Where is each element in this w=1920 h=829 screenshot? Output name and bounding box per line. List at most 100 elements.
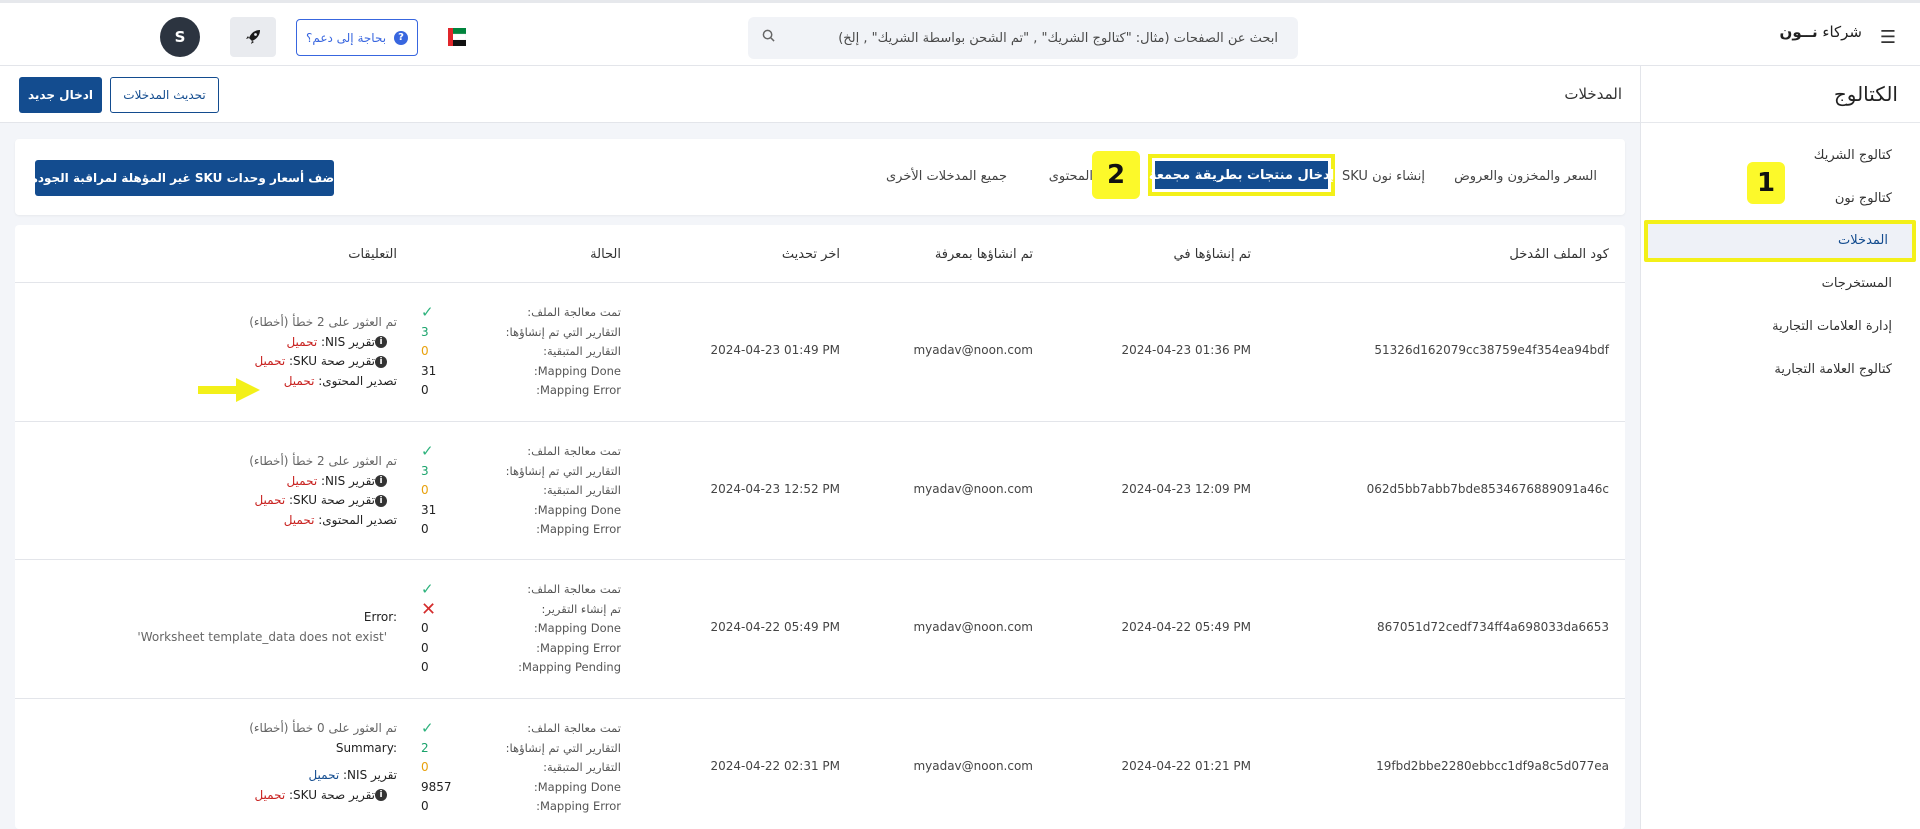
comments: تم العثور على 0 خطأ (أخطاء) Summary: تقر… [249,719,397,805]
header-status: الحالة [590,247,621,262]
status-value: 0 [421,640,429,655]
created-at: 2024-04-23 01:36 PM [1121,343,1251,357]
add-qc-prices-button[interactable]: أضف أسعار وحدات SKU غير المؤهلة لمراقبة … [31,160,338,196]
status-label: Mapping Done: [533,621,621,635]
table-row: 867051d72cedf734ff4a698033da6653 2024-04… [15,560,1625,699]
last-update: 2024-04-22 05:49 PM [710,620,840,634]
file-code[interactable]: 19fbd2bbe2280ebbcc1df9a8c5d077ea [1376,759,1609,773]
new-entry-button[interactable]: ادخال جديد [19,77,102,113]
comment-summary: تم العثور على 2 خطأ (أخطاء) [249,454,397,468]
status-label: Mapping Done: [533,502,621,517]
nis-download-link[interactable]: تحميل [286,335,317,349]
nis-download-link[interactable]: تحميل [308,768,339,782]
cross-icon: ✕ [421,598,437,620]
created-by: myadav@noon.com [913,343,1033,357]
info-icon[interactable]: i [375,475,387,487]
check-icon: ✓ [421,719,434,737]
sku-download-link[interactable]: تحميل [254,354,285,368]
info-icon[interactable]: i [375,494,387,507]
tab-bulk-upload-label: إدخال منتجات بطريقة مجمعة [1149,161,1334,189]
status-label: التقارير المتبقية: [543,344,621,358]
content-export-download-link[interactable]: تحميل [284,374,315,388]
created-by: myadav@noon.com [913,620,1033,634]
page-title: المدخلات [1564,85,1622,103]
brand-name: نــون [1779,23,1818,41]
status-values: ✓ 3 0 31 0 [421,442,436,540]
file-code[interactable]: 867051d72cedf734ff4a698033da6653 [1377,620,1609,634]
created-at: 2024-04-22 05:49 PM [1121,620,1251,634]
rocket-button[interactable] [230,17,276,57]
refresh-entries-button[interactable]: تحديث المدخلات [110,77,219,113]
tab-price-stock[interactable]: السعر والمخزون والعروض [1454,169,1597,184]
status-label: تمت معالجة الملف: [527,582,621,596]
status-value: 3 [421,324,429,339]
file-code[interactable]: 062d5bb7abb7bde8534676889091a46c [1367,482,1609,496]
header-created-by: تم انشاؤها بمعرفة [934,247,1033,262]
status-label: تمت معالجة الملف: [527,444,621,458]
sidebar-item-brand-catalog[interactable]: كتالوج العلامة التجارية [1774,362,1892,377]
search-input[interactable] [808,17,1288,59]
menu-icon[interactable]: ☰ [1880,27,1896,48]
search-icon[interactable] [762,29,775,46]
sidebar-item-brand-management[interactable]: إدارة العلامات التجارية [1772,319,1892,334]
header-comments: التعليقات [348,247,397,262]
sidebar-item-inputs[interactable]: المدخلات [1838,233,1888,248]
search-box [748,17,1298,59]
file-code[interactable]: 51326d162079cc38759e4f354ea94bdf [1374,343,1609,357]
error-message: 'Worksheet template_data does not exist' [137,629,387,644]
status-value: 0 [421,621,429,635]
question-icon: ? [394,30,409,45]
sku-download-link[interactable]: تحميل [254,493,285,507]
tab-all-other-entries[interactable]: جميع المدخلات الأخرى [886,169,1007,184]
content-export-download-link[interactable]: تحميل [284,513,315,527]
status-label: Mapping Done: [533,779,621,794]
uae-flag-icon[interactable] [448,28,466,46]
entries-table: كود الملف المُدخل تم إنشاؤها في تم انشاؤ… [15,225,1625,829]
rocket-icon [246,30,260,44]
info-icon[interactable]: i [375,789,387,801]
status-labels: تمت معالجة الملف: التقارير التي تم إنشاؤ… [506,442,621,540]
check-icon: ✓ [421,442,434,460]
help-label: بحاجة إلى دعم؟ [305,30,387,45]
sku-report-label: تقرير صحة SKU: [289,354,375,368]
status-value: 0 [421,799,429,813]
check-icon: ✓ [421,580,434,598]
brand-logo[interactable]: شركاء نــون [1780,23,1862,41]
status-labels: تمت معالجة الملف: التقارير التي تم إنشاؤ… [506,719,621,817]
comment-summary: تم العثور على 0 خطأ (أخطاء) [249,721,397,735]
status-values: ✓ 3 0 31 0 [421,303,436,401]
sidebar-title: الكتالوج [1833,82,1898,106]
info-icon[interactable]: i [375,355,387,368]
nis-report-label: تقرير NIS: [321,334,375,349]
sidebar-item-outputs[interactable]: المستخرجات [1822,276,1892,291]
callout-badge-2: 2 [1092,151,1140,199]
content-export-label: تصدير المحتوى: [318,512,397,527]
tab-create-sku[interactable]: إنشاء نون SKU [1342,169,1425,184]
status-value: 9857 [421,779,452,794]
tabs-card: السعر والمخزون والعروض إنشاء نون SKU إدخ… [15,139,1625,215]
sidebar-item-partner-catalog[interactable]: كتالوج الشريك [1814,148,1892,163]
status-labels: تمت معالجة الملف: تم إنشاء التقرير: Mapp… [518,580,621,678]
avatar[interactable]: S [160,17,200,57]
divider [1641,122,1920,123]
sku-download-link[interactable]: تحميل [254,788,285,802]
status-label: التقارير التي تم إنشاؤها: [505,740,621,755]
created-by: myadav@noon.com [913,759,1033,773]
sidebar-item-noon-catalog[interactable]: كتالوج نون [1835,191,1892,206]
nis-report-label: تقرير NIS: [343,768,397,782]
table-header: كود الملف المُدخل تم إنشاؤها في تم انشاؤ… [15,225,1625,283]
table-row: 062d5bb7abb7bde8534676889091a46c 2024-04… [15,422,1625,560]
tab-bulk-upload[interactable]: إدخال منتجات بطريقة مجمعة [1148,154,1335,196]
check-icon: ✓ [421,303,434,321]
tab-content[interactable]: المحتوى [1049,169,1093,184]
status-label: التقارير التي تم إنشاؤها: [505,324,621,339]
last-update: 2024-04-22 02:31 PM [710,759,840,773]
info-icon[interactable]: i [375,336,387,348]
help-button[interactable]: ? بحاجة إلى دعم؟ [296,19,418,56]
last-update: 2024-04-23 12:52 PM [710,482,840,496]
comments: تم العثور على 2 خطأ (أخطاء) iتقرير NIS: … [249,452,397,530]
header-last-update: اخر تحديث [781,247,840,262]
nis-download-link[interactable]: تحميل [286,474,317,488]
status-value: 3 [421,463,429,478]
status-values: ✓ 2 0 9857 0 [421,719,452,817]
